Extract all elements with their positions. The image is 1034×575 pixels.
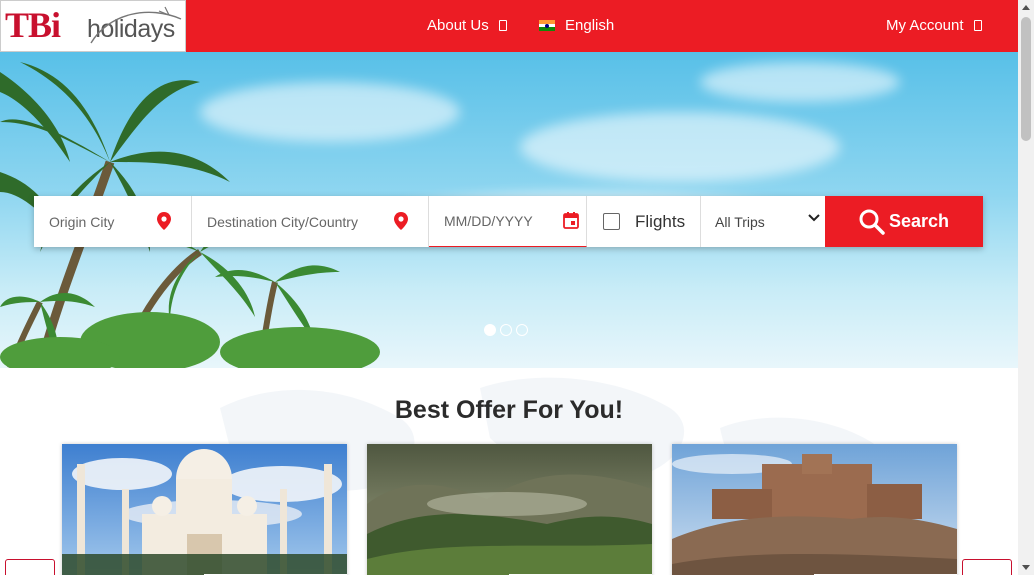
calendar-icon[interactable] [563, 212, 579, 229]
carousel-dot[interactable] [484, 324, 496, 336]
destination-input[interactable]: Destination City/Country [192, 196, 429, 247]
carousel-next-button[interactable] [962, 559, 1012, 575]
map-pin-icon [394, 212, 408, 230]
search-button-label: Search [888, 211, 950, 231]
origin-city-input[interactable]: Origin City [34, 196, 192, 247]
my-account-label: My Account [886, 17, 964, 34]
carousel-dot[interactable] [500, 324, 512, 336]
logo[interactable]: TBi holidays [0, 0, 186, 52]
about-us-label: About Us [427, 17, 489, 34]
scroll-thumb[interactable] [1021, 17, 1031, 141]
trip-search-bar: Origin City Destination City/Country MM/… [34, 196, 983, 247]
offers-heading: Best Offer For You! [394, 396, 624, 424]
origin-placeholder: Origin City [49, 213, 115, 230]
tea-hills-image [367, 444, 652, 575]
page-scrollbar[interactable] [1018, 0, 1034, 575]
language-label: English [565, 17, 615, 34]
offer-card[interactable] [672, 444, 957, 575]
hero-banner: Origin City Destination City/Country MM/… [0, 52, 1018, 368]
fort-image [672, 444, 957, 575]
date-placeholder: MM/DD/YYYY [444, 213, 533, 229]
language-selector[interactable]: English [539, 17, 614, 34]
offer-card[interactable] [62, 444, 347, 575]
flights-label: Flights [635, 211, 686, 231]
dropdown-icon [498, 20, 507, 31]
best-offers-section: Best Offer For You! [0, 368, 1018, 575]
offer-card[interactable] [367, 444, 652, 575]
about-us-menu[interactable]: About Us [427, 17, 507, 34]
taj-mahal-image [62, 444, 347, 575]
map-pin-icon [157, 212, 171, 230]
top-header: TBi holidays About Us English My Account [0, 0, 1018, 52]
travel-date-input[interactable]: MM/DD/YYYY [429, 196, 587, 247]
trip-type-select[interactable]: All Trips [701, 196, 825, 247]
carousel-prev-button[interactable] [5, 559, 55, 575]
destination-placeholder: Destination City/Country [207, 213, 358, 230]
carousel-dot[interactable] [516, 324, 528, 336]
logo-swoosh-icon [90, 6, 182, 44]
scroll-up-icon[interactable] [1022, 5, 1030, 10]
flights-toggle[interactable]: Flights [587, 196, 701, 247]
scroll-down-icon[interactable] [1022, 565, 1030, 570]
search-icon [859, 209, 885, 235]
carousel-indicators [484, 324, 528, 336]
chevron-down-icon [808, 214, 820, 222]
flights-checkbox[interactable] [603, 213, 620, 230]
dropdown-icon [973, 20, 982, 31]
logo-brand: TBi [5, 5, 61, 45]
india-flag-icon [539, 20, 555, 31]
my-account-menu[interactable]: My Account [886, 17, 982, 34]
search-button[interactable]: Search [825, 196, 983, 247]
trip-type-value: All Trips [715, 213, 765, 230]
